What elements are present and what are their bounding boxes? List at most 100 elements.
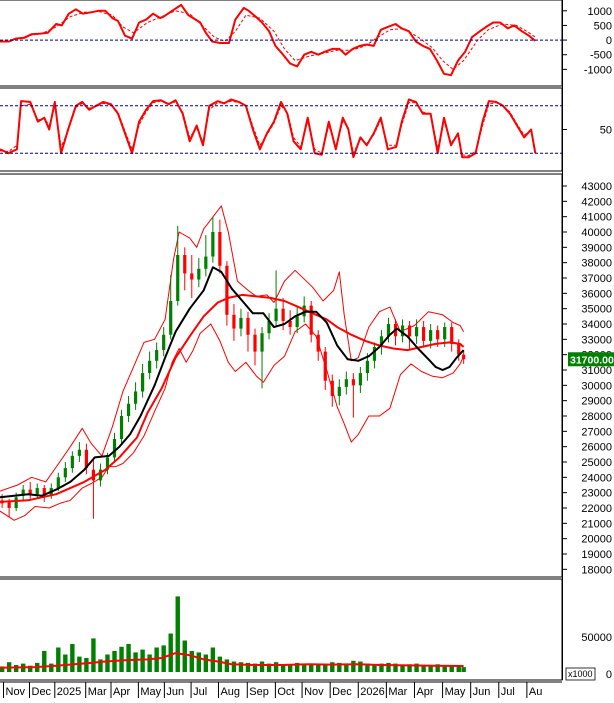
candle-body — [281, 308, 285, 321]
candle-body — [211, 232, 215, 257]
last-price-label: 31700.00 — [570, 354, 614, 366]
macd-ytick-label: 0 — [606, 35, 612, 47]
volume-bar — [461, 667, 466, 672]
x-tick-label: Au — [529, 686, 542, 698]
volume-ytick-label: 50000 — [581, 632, 612, 644]
price-ytick-label: 23000 — [581, 488, 612, 500]
price-ytick-label: 26000 — [581, 442, 612, 454]
volume-bar — [217, 656, 223, 672]
volume-bar — [203, 654, 209, 672]
candle-body — [429, 330, 433, 341]
osc-panel-frame — [0, 87, 563, 172]
x-tick-label: Sep — [249, 686, 269, 698]
x-tick-label: Nov — [6, 686, 26, 698]
volume-multiplier-label: x1000 — [568, 669, 593, 679]
volume-bar — [56, 647, 61, 672]
candle-body — [112, 439, 117, 458]
volume-bar — [84, 658, 89, 672]
candle-body — [7, 501, 11, 508]
candle-body — [232, 314, 236, 329]
candle-body — [414, 327, 419, 337]
volume-bar — [91, 638, 96, 672]
x-tick-label: Mar — [88, 686, 107, 698]
price-ytick-label: 42000 — [581, 196, 612, 208]
candle-body — [70, 455, 74, 469]
candle-body — [309, 305, 313, 335]
candle-body — [176, 255, 180, 301]
candle-body — [197, 268, 201, 280]
candle-body — [239, 317, 243, 329]
price-ytick-label: 28000 — [581, 411, 612, 423]
volume-bar — [70, 644, 75, 672]
volume-bar — [456, 666, 461, 672]
volume-bar — [287, 665, 293, 672]
candle-body — [260, 333, 264, 352]
candle-body — [295, 316, 299, 328]
candle-body — [225, 265, 229, 315]
candle-body — [344, 379, 348, 387]
x-tick-label: Jul — [193, 686, 207, 698]
x-tick-label: Dec — [332, 686, 352, 698]
candle-body — [407, 325, 412, 337]
candle-body — [63, 468, 67, 478]
candle-body — [14, 497, 18, 508]
price-ytick-label: 24000 — [581, 472, 612, 484]
oscillator-ytick-label: 50 — [600, 125, 612, 137]
volume-bar — [168, 633, 173, 672]
x-tick-label: Nov — [304, 686, 324, 698]
x-tick-label: Jun — [473, 686, 491, 698]
candle-body — [436, 330, 440, 340]
candle-body — [253, 334, 257, 352]
candle-body — [126, 403, 131, 416]
volume-bar — [154, 647, 159, 672]
price-ytick-label: 40000 — [581, 227, 612, 239]
candle-body — [204, 256, 208, 269]
candle-body — [119, 416, 124, 439]
volume-bar — [189, 651, 194, 672]
volume-bar — [259, 661, 265, 672]
x-tick-label: 2025 — [57, 686, 81, 698]
volume-bar — [231, 661, 237, 672]
volume-bar — [63, 654, 68, 672]
candle-body — [133, 391, 138, 404]
volume-bar — [42, 651, 47, 672]
volume-bar — [49, 663, 54, 672]
stock-chart: 1000 500 0 -500 -1000 50 43000 42000 41000 40000 3… — [0, 0, 614, 698]
candle-body — [35, 488, 39, 495]
price-ytick-label: 34000 — [581, 319, 612, 331]
price-ytick-label: 22000 — [581, 503, 612, 515]
price-ytick-label: 38000 — [581, 258, 612, 270]
volume-bar — [358, 661, 363, 672]
macd-ytick-label: 500 — [594, 20, 612, 32]
price-ytick-label: 41000 — [581, 212, 612, 224]
candle-body — [337, 386, 341, 397]
candle-body — [274, 308, 278, 321]
x-tick-label: Apr — [113, 686, 130, 698]
volume-bar — [140, 649, 145, 672]
x-tick-label: Mar — [388, 686, 407, 698]
candle-body — [141, 373, 145, 392]
volume-bar — [351, 660, 356, 672]
candle-body — [316, 334, 320, 352]
price-ytick-label: 25000 — [581, 457, 612, 469]
x-tick-label: Apr — [416, 686, 433, 698]
x-tick-label: May — [140, 686, 161, 698]
volume-bar — [182, 640, 187, 672]
candle-body — [246, 317, 250, 335]
price-ytick-label: 39000 — [581, 242, 612, 254]
candle-body — [56, 477, 60, 489]
price-ytick-label: 36000 — [581, 288, 612, 300]
candle-body — [169, 301, 173, 335]
price-ytick-label: 37000 — [581, 273, 612, 285]
candle-body — [365, 360, 370, 374]
price-ytick-label: 33000 — [581, 334, 612, 346]
price-panel-frame — [0, 173, 563, 578]
price-ytick-label: 20000 — [581, 534, 612, 546]
candle-body — [330, 380, 334, 397]
macd-ytick-label: -500 — [590, 50, 612, 62]
price-ytick-label: 21000 — [581, 518, 612, 530]
volume-bar — [273, 662, 279, 672]
price-ytick-label: 19000 — [581, 549, 612, 561]
price-ytick-label: 27000 — [581, 426, 612, 438]
price-ytick-label: 43000 — [581, 181, 612, 193]
